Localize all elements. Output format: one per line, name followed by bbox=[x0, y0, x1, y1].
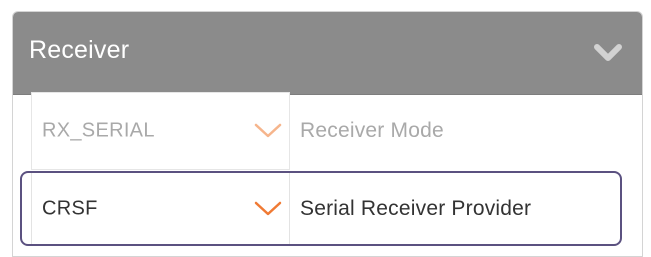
serial-provider-select[interactable]: CRSF bbox=[31, 172, 290, 246]
receiver-mode-select[interactable]: RX_SERIAL bbox=[31, 92, 290, 170]
chevron-down-icon[interactable] bbox=[590, 38, 626, 68]
receiver-mode-value: RX_SERIAL bbox=[42, 119, 155, 142]
chevron-down-icon bbox=[253, 121, 283, 141]
chevron-down-icon bbox=[253, 199, 283, 219]
receiver-mode-label: Receiver Mode bbox=[300, 119, 444, 142]
panel-header[interactable]: Receiver bbox=[13, 12, 642, 95]
receiver-mode-row: RX_SERIAL Receiver Mode bbox=[12, 92, 643, 170]
serial-provider-row: CRSF Serial Receiver Provider bbox=[12, 172, 643, 246]
panel-title: Receiver bbox=[29, 36, 130, 64]
serial-provider-label: Serial Receiver Provider bbox=[300, 197, 532, 220]
serial-provider-value: CRSF bbox=[42, 197, 98, 220]
